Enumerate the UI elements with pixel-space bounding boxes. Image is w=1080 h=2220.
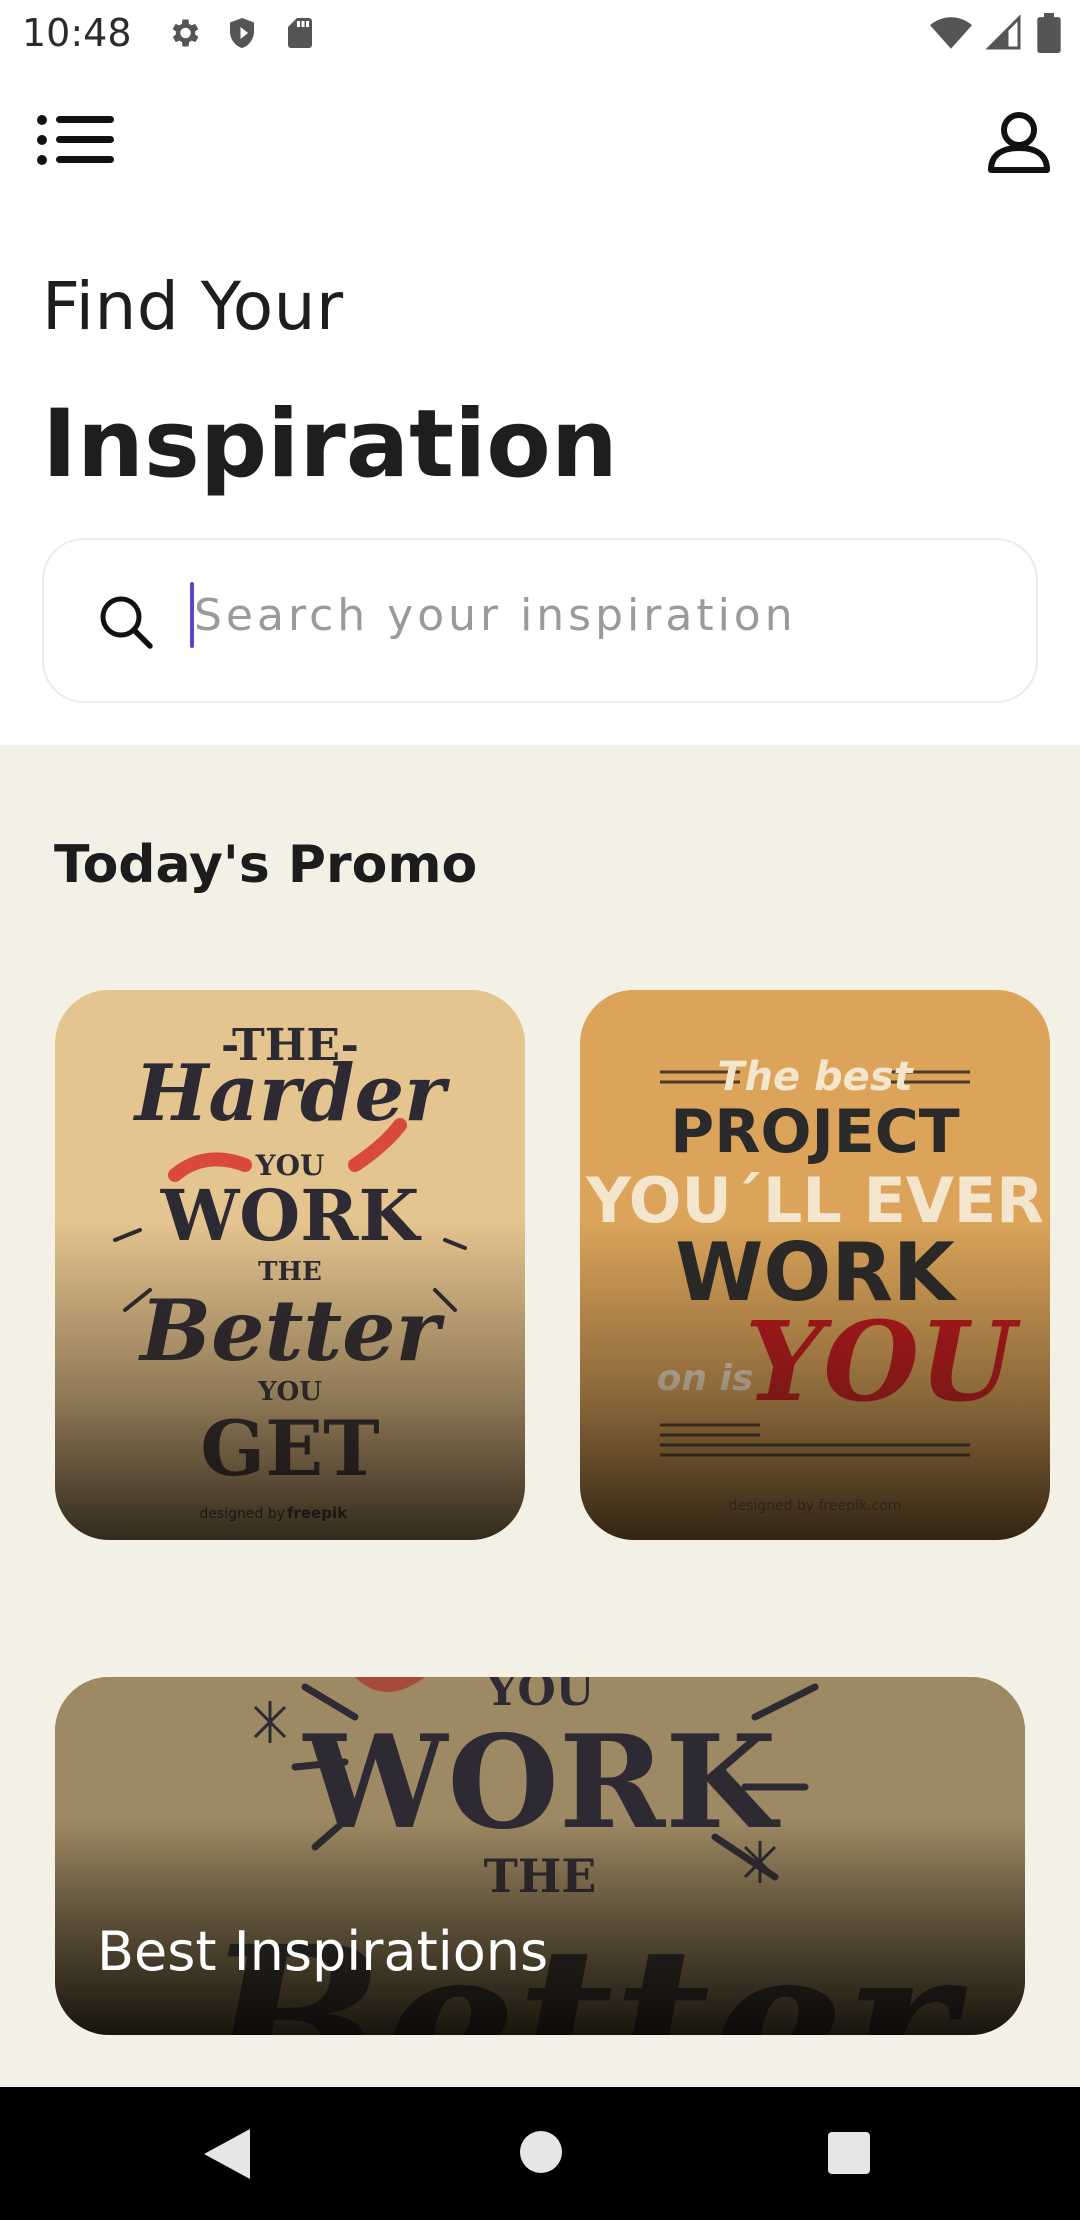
status-icons-right — [930, 12, 1062, 54]
battery-icon — [1037, 13, 1061, 53]
card-gradient-overlay — [55, 1221, 525, 1540]
recent-apps-icon[interactable] — [828, 2132, 870, 2174]
system-nav-bar — [0, 2087, 1080, 2220]
shield-icon — [229, 18, 254, 48]
best-inspirations-card[interactable]: YOU WORK THE Better Best Inspirations — [55, 1677, 1025, 2035]
card-gradient-overlay — [580, 1221, 1050, 1540]
svg-text:PROJECT: PROJECT — [670, 1097, 960, 1167]
search-bar[interactable] — [42, 538, 1038, 703]
promo-card-harder-you-work[interactable]: -THE- Harder YOU WORK THE Better YOU GET… — [55, 990, 525, 1540]
page-title: Inspiration — [42, 390, 618, 499]
search-input[interactable] — [194, 570, 974, 660]
sd-card-icon — [287, 18, 312, 48]
menu-icon[interactable] — [36, 104, 118, 174]
promo-section: Today's Promo -THE- Harder YOU WORK THE … — [0, 745, 1080, 2087]
heading-subtitle: Find Your — [42, 268, 344, 345]
settings-icon — [172, 19, 198, 47]
status-bar: 10:48 — [0, 0, 1080, 66]
home-icon[interactable] — [520, 2131, 562, 2173]
app-bar — [0, 96, 1080, 186]
signal-icon — [986, 14, 1021, 50]
status-icons-left — [166, 15, 318, 51]
svg-text:The best: The best — [717, 1054, 914, 1100]
section-title-todays-promo: Today's Promo — [54, 835, 478, 895]
search-icon[interactable] — [94, 590, 160, 656]
wifi-icon — [930, 17, 972, 49]
promo-card-best-project[interactable]: The best PROJECT YOU´LL EVER WORK on is … — [580, 990, 1050, 1540]
best-inspirations-label: Best Inspirations — [97, 1920, 549, 1983]
back-icon[interactable] — [202, 2127, 252, 2181]
person-icon[interactable] — [984, 108, 1054, 178]
status-time: 10:48 — [22, 11, 132, 55]
